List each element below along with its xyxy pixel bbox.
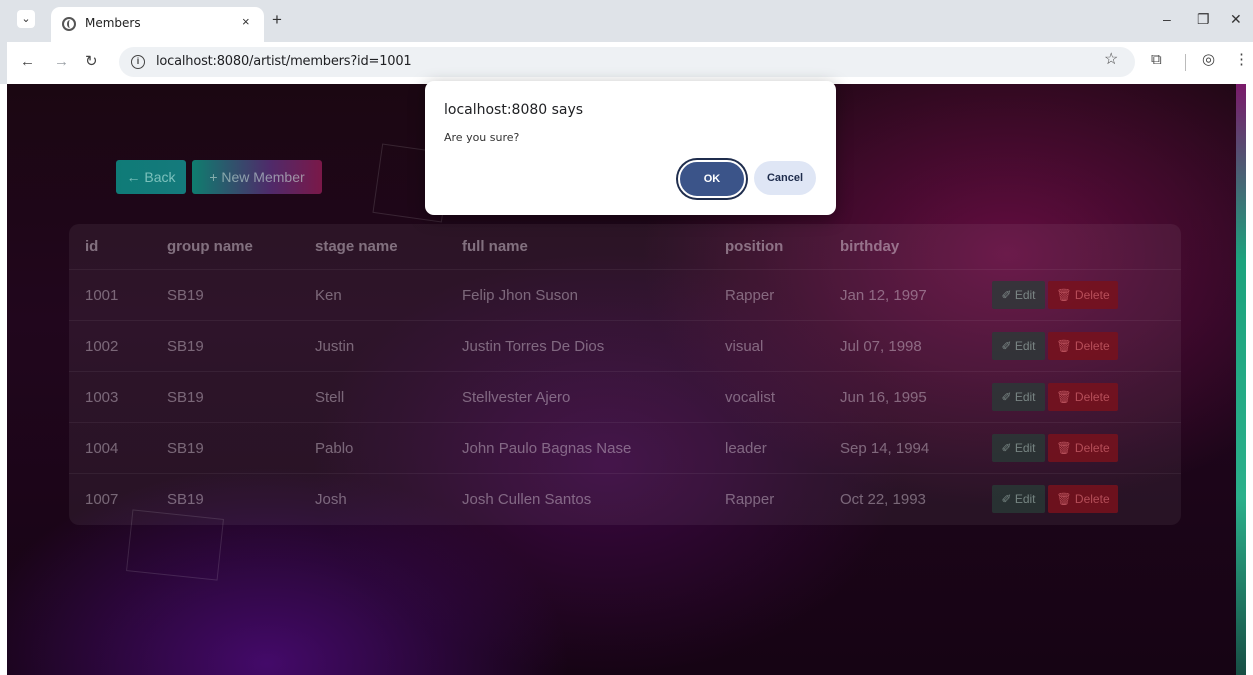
more-icon[interactable]: ⋮ — [1234, 52, 1249, 68]
ok-button[interactable]: OK — [678, 160, 746, 198]
cell-id: 1001 — [85, 286, 119, 304]
cell-position: Rapper — [725, 490, 775, 508]
table-header-row: id group name stage name full name posit… — [69, 224, 1181, 269]
cell-id: 1007 — [85, 490, 119, 508]
header-stage-name: stage name — [315, 238, 398, 255]
delete-button[interactable]: 🗑 Delete — [1048, 485, 1118, 513]
edit-button[interactable]: ✐ Edit — [992, 332, 1045, 360]
cell-stage-name: Josh — [315, 490, 347, 508]
new-member-button[interactable]: + New Member — [192, 160, 322, 194]
tab-title: Members — [85, 16, 141, 30]
forward-arrow-icon[interactable]: → — [54, 54, 69, 69]
dialog-title: localhost:8080 says — [444, 102, 584, 118]
cell-group-name: SB19 — [167, 490, 204, 508]
delete-button[interactable]: 🗑 Delete — [1048, 332, 1118, 360]
scrollbar[interactable] — [1236, 84, 1246, 675]
cell-full-name: Stellvester Ajero — [462, 388, 571, 406]
profile-icon[interactable]: ◎ — [1202, 52, 1215, 68]
cell-stage-name: Ken — [315, 286, 342, 304]
members-table: id group name stage name full name posit… — [69, 224, 1181, 525]
cell-birthday: Jan 12, 1997 — [840, 286, 927, 304]
cell-full-name: Justin Torres De Dios — [462, 337, 605, 355]
header-id: id — [85, 238, 99, 255]
confirm-dialog: localhost:8080 says Are you sure? OK Can… — [425, 81, 836, 215]
reload-icon[interactable]: ↻ — [85, 54, 98, 69]
cell-stage-name: Pablo — [315, 439, 354, 457]
info-icon[interactable]: i — [131, 55, 145, 69]
star-icon[interactable]: ☆ — [1104, 52, 1118, 68]
delete-button[interactable]: 🗑 Delete — [1048, 434, 1118, 462]
globe-icon — [62, 17, 76, 31]
dialog-message: Are you sure? — [444, 131, 520, 144]
table-row: 1002 SB19 Justin Justin Torres De Dios v… — [69, 320, 1181, 371]
cell-position: leader — [725, 439, 767, 457]
cell-id: 1003 — [85, 388, 119, 406]
url-text[interactable]: localhost:8080/artist/members?id=1001 — [156, 54, 412, 69]
cell-birthday: Jun 16, 1995 — [840, 388, 927, 406]
cell-full-name: Josh Cullen Santos — [462, 490, 592, 508]
edit-button[interactable]: ✐ Edit — [992, 434, 1045, 462]
new-tab-button[interactable]: + — [272, 11, 282, 28]
tab-members[interactable]: Members × — [51, 7, 264, 42]
back-arrow-icon[interactable]: ← — [20, 54, 35, 69]
close-icon[interactable]: ✕ — [1230, 12, 1242, 26]
browser-toolbar: ← → ↻ i localhost:8080/artist/members?id… — [0, 42, 1253, 84]
cell-group-name: SB19 — [167, 337, 204, 355]
cell-birthday: Jul 07, 1998 — [840, 337, 922, 355]
delete-button[interactable]: 🗑 Delete — [1048, 383, 1118, 411]
address-bar[interactable]: i localhost:8080/artist/members?id=1001 — [119, 47, 1135, 77]
header-birthday: birthday — [840, 238, 900, 255]
cell-id: 1004 — [85, 439, 119, 457]
delete-button[interactable]: 🗑 Delete — [1048, 281, 1118, 309]
cell-position: Rapper — [725, 286, 775, 304]
toolbar-divider — [1185, 54, 1186, 71]
cell-stage-name: Justin — [315, 337, 355, 355]
header-full-name: full name — [462, 238, 528, 255]
header-group-name: group name — [167, 238, 253, 255]
cell-stage-name: Stell — [315, 388, 345, 406]
cell-group-name: SB19 — [167, 286, 204, 304]
edit-button[interactable]: ✐ Edit — [992, 485, 1045, 513]
table-row: 1004 SB19 Pablo John Paulo Bagnas Nase l… — [69, 422, 1181, 473]
header-position: position — [725, 238, 784, 255]
cell-position: vocalist — [725, 388, 776, 406]
cell-full-name: John Paulo Bagnas Nase — [462, 439, 632, 457]
browser-tab-strip: ⌄ Members × + – ❐ ✕ — [0, 0, 1253, 42]
cell-position: visual — [725, 337, 764, 355]
minimize-icon[interactable]: – — [1163, 12, 1171, 26]
cell-full-name: Felip Jhon Suson — [462, 286, 578, 304]
cell-birthday: Sep 14, 1994 — [840, 439, 930, 457]
cell-birthday: Oct 22, 1993 — [840, 490, 926, 508]
table-row: 1003 SB19 Stell Stellvester Ajero vocali… — [69, 371, 1181, 422]
cell-id: 1002 — [85, 337, 119, 355]
cancel-button[interactable]: Cancel — [754, 161, 816, 195]
table-row: 1007 SB19 Josh Josh Cullen Santos Rapper… — [69, 473, 1181, 524]
restore-icon[interactable]: ❐ — [1197, 12, 1210, 26]
back-button[interactable]: ← Back — [116, 160, 186, 194]
cell-group-name: SB19 — [167, 439, 204, 457]
cell-group-name: SB19 — [167, 388, 204, 406]
edit-button[interactable]: ✐ Edit — [992, 383, 1045, 411]
edit-button[interactable]: ✐ Edit — [992, 281, 1045, 309]
table-row: 1001 SB19 Ken Felip Jhon Suson Rapper Ja… — [69, 269, 1181, 320]
extensions-icon[interactable]: ⧉ — [1151, 52, 1162, 68]
tab-menu-icon[interactable]: ⌄ — [17, 10, 35, 28]
tab-close-icon[interactable]: × — [242, 14, 250, 29]
